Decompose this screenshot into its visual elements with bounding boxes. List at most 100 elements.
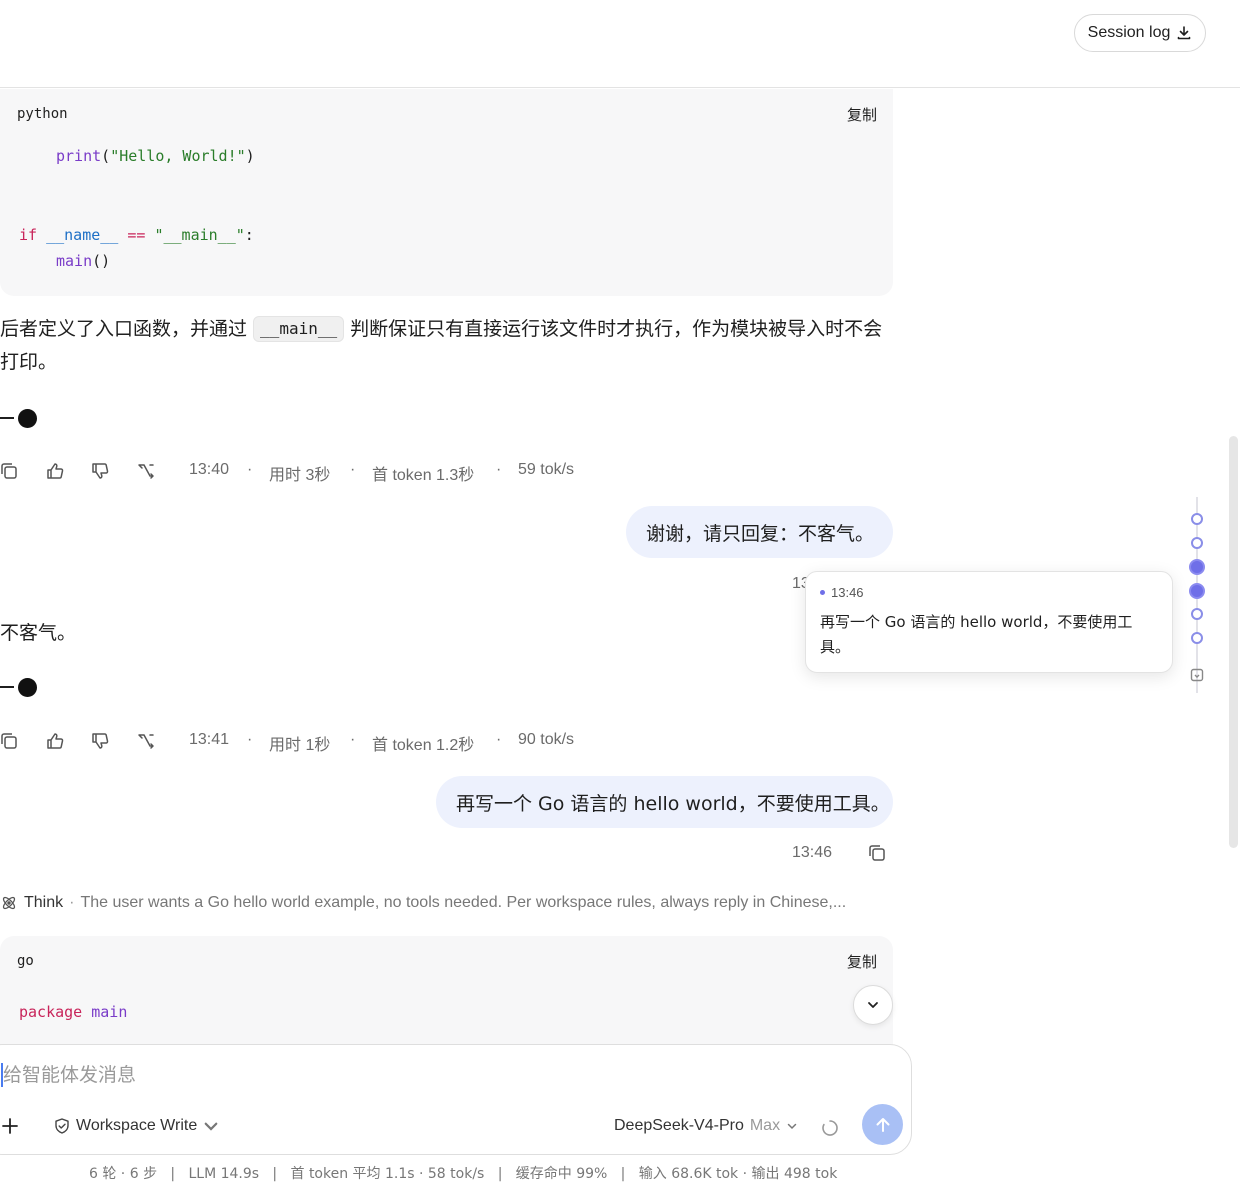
meta-separator: · (350, 731, 356, 748)
code-token: () (92, 252, 111, 270)
code-line: package main (19, 1003, 127, 1021)
meta-separator: · (496, 461, 502, 478)
code-token: __name__ (46, 226, 119, 244)
tooltip-message-text: 再写一个 Go 语言的 hello world，不要使用工具。 (820, 613, 1133, 656)
stream-end-marker (0, 408, 37, 428)
copy-icon[interactable] (0, 460, 20, 482)
user-message-bubble: 再写一个 Go 语言的 hello world，不要使用工具。 (436, 776, 893, 828)
meta-separator: · (247, 731, 253, 748)
arrow-up-icon (876, 1117, 889, 1132)
user-message-time: 13:46 (792, 844, 833, 861)
assistant-message-text: 不客气。 (0, 617, 893, 650)
loading-spinner-icon (822, 1120, 838, 1136)
copy-button[interactable]: 复制 (847, 104, 877, 125)
thumbs-down-icon[interactable] (89, 730, 111, 752)
code-token: "__main__" (154, 226, 245, 244)
meta-separator: · (350, 461, 356, 478)
model-name: DeepSeek-V4-Pro (614, 1117, 744, 1134)
chevron-down-icon (868, 1002, 878, 1008)
code-line: print("Hello, World!") (56, 147, 255, 165)
code-token: : (244, 226, 254, 244)
code-token: ) (245, 147, 255, 165)
first-token-latency: 首 token 1.3秒 (372, 467, 475, 484)
permission-mode-selector[interactable]: Workspace Write (53, 1117, 220, 1135)
branch-icon[interactable] (135, 730, 157, 752)
code-token: if (19, 226, 38, 244)
tooltip-dot (820, 590, 825, 595)
message-time: 13:41 (189, 731, 230, 748)
meta-separator: · (496, 731, 502, 748)
user-message-text: 谢谢，请只回复：不客气。 (646, 522, 875, 545)
response-duration: 用时 1秒 (269, 737, 331, 754)
code-block-go: go 复制 package main (0, 936, 893, 1046)
think-summary-row[interactable]: Think · The user wants a Go hello world … (0, 892, 893, 914)
session-stats: 6 轮 · 6 步 | LLM 14.9s | 首 token 平均 1.1s … (89, 1166, 838, 1182)
code-token: print (56, 147, 102, 165)
copy-icon[interactable] (866, 842, 888, 864)
message-time: 13:40 (189, 461, 230, 478)
message-action-bar: 13:40 · 用时 3秒 · 首 token 1.3秒 · 59 tok/s (0, 458, 600, 484)
user-message-bubble: 谢谢，请只回复：不客气。 (626, 506, 893, 558)
first-token-latency: 首 token 1.2秒 (372, 737, 475, 754)
assistant-text-part: 后者定义了入口函数，并通过 (0, 318, 254, 340)
scrollbar-thumb[interactable] (1229, 436, 1238, 848)
timeline-node[interactable] (1191, 513, 1203, 525)
timeline-node-active[interactable] (1189, 559, 1205, 575)
timeline-node[interactable] (1191, 608, 1203, 620)
chevron-down-icon (204, 1122, 218, 1131)
chevron-down-icon (787, 1123, 797, 1130)
think-label: Think (24, 894, 64, 911)
think-summary-text: The user wants a Go hello world example,… (80, 894, 847, 911)
code-block-python: python 复制 print("Hello, World!") if __na… (0, 89, 893, 296)
user-message-text: 再写一个 Go 语言的 hello world，不要使用工具。 (456, 792, 890, 815)
code-language-label: go (17, 953, 34, 969)
code-token: "Hello, World!" (110, 147, 246, 165)
copy-button[interactable]: 复制 (847, 951, 877, 972)
session-log-button[interactable]: Session log (1074, 14, 1206, 52)
marker-dot (18, 408, 37, 428)
timeline-node-active[interactable] (1189, 583, 1205, 599)
scroll-to-bottom-button[interactable] (853, 985, 893, 1025)
send-button[interactable] (862, 1104, 903, 1145)
session-log-label: Session log (1087, 24, 1171, 41)
response-duration: 用时 3秒 (269, 467, 331, 484)
code-line: main() (56, 252, 110, 270)
inline-code: __main__ (253, 316, 345, 342)
message-composer: 给智能体发消息 Workspace Write DeepSeek-V4-Pro … (0, 1044, 912, 1155)
code-line: if __name__ == "__main__": (19, 226, 254, 244)
stream-end-marker (0, 677, 37, 697)
thumbs-up-icon[interactable] (44, 460, 66, 482)
token-speed: 90 tok/s (518, 731, 575, 748)
permission-mode-label: Workspace Write (76, 1117, 198, 1134)
code-block-header: python 复制 (17, 103, 877, 125)
thumbs-down-icon[interactable] (89, 460, 111, 482)
plus-icon[interactable] (1, 1117, 19, 1135)
message-action-bar: 13:41 · 用时 1秒 · 首 token 1.2秒 · 90 tok/s (0, 728, 600, 754)
copy-icon[interactable] (0, 730, 20, 752)
think-separator: · (69, 894, 75, 911)
branch-icon[interactable] (135, 460, 157, 482)
top-header: Session log (0, 0, 1240, 88)
timeline-node[interactable] (1191, 632, 1203, 644)
timeline-node[interactable] (1191, 537, 1203, 549)
download-icon (1178, 26, 1191, 40)
meta-separator: · (247, 461, 253, 478)
thumbs-up-icon[interactable] (44, 730, 66, 752)
model-tier: Max (749, 1117, 781, 1134)
timeline-tooltip: 13:46 再写一个 Go 语言的 hello world，不要使用工具。 (805, 571, 1173, 673)
tooltip-time-text: 13:46 (831, 585, 864, 600)
timeline-end-icon[interactable] (1190, 668, 1204, 682)
marker-dash (0, 686, 14, 688)
message-input[interactable]: 给智能体发消息 (1, 1063, 136, 1087)
code-token: ( (101, 147, 111, 165)
code-token: main (56, 252, 93, 270)
code-language-label: python (17, 106, 68, 122)
shield-check-icon (55, 1118, 69, 1134)
assistant-message-text: 后者定义了入口函数，并通过 __main__ 判断保证只有直接运行该文件时才执行… (0, 313, 893, 379)
token-speed: 59 tok/s (518, 461, 575, 478)
code-block-header: go 复制 (17, 950, 877, 972)
marker-dot (18, 677, 37, 697)
model-selector[interactable]: DeepSeek-V4-Pro Max (614, 1117, 798, 1135)
marker-dash (0, 417, 14, 419)
assistant-text-part: 不客气。 (0, 622, 77, 644)
